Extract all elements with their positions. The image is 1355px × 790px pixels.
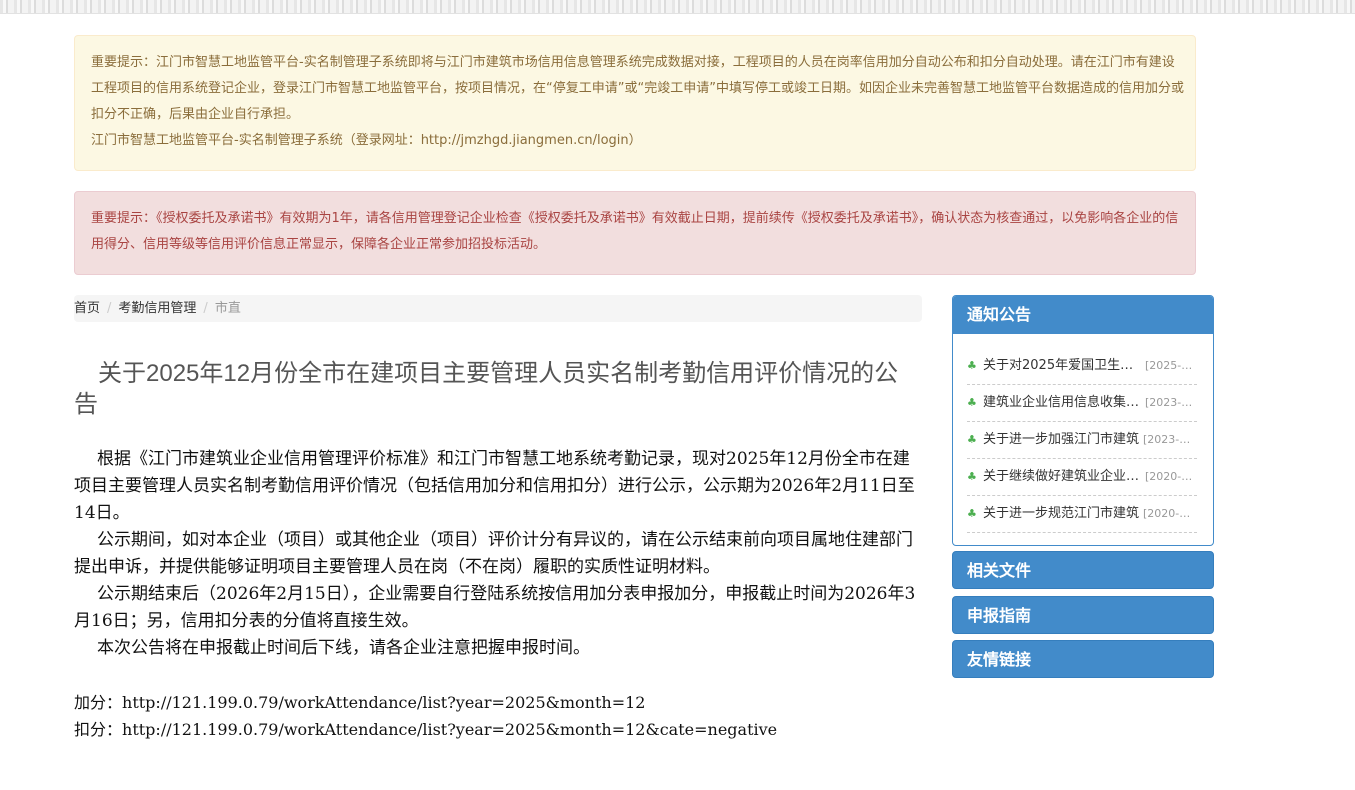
article-paragraph: 公示期结束后（2026年2月15日），企业需要自行登陆系统按信用加分表申报加分，… <box>74 584 916 631</box>
breadcrumb-separator: / <box>107 301 112 316</box>
score-links: 加分：http://121.199.0.79/workAttendance/li… <box>74 689 974 743</box>
related-docs-button[interactable]: 相关文件 <box>952 551 1214 589</box>
danger-alert-text: 重要提示：《授权委托及承诺书》有效期为1年，请各信用管理登记企业检查《授权委托及… <box>91 211 1179 252</box>
breadcrumb-current: 市直 <box>214 301 241 316</box>
breadcrumb-section-link[interactable]: 考勤信用管理 <box>118 295 196 322</box>
sprout-icon: ♣ <box>967 507 977 520</box>
warning-alert: 重要提示：江门市智慧工地监管平台-实名制管理子系统即将与江门市建筑市场信用信息管… <box>74 35 1196 171</box>
article-title: 关于2025年12月份全市在建项目主要管理人员实名制考勤信用评价情况的公告 <box>74 360 899 418</box>
links-button[interactable]: 友情链接 <box>952 640 1214 678</box>
sprout-icon: ♣ <box>967 359 977 372</box>
list-item[interactable]: ♣ 建筑业企业信用信息收集整理 [2023-… <box>967 385 1197 422</box>
list-item[interactable]: ♣ 关于继续做好建筑业企业信用 [2020-1… <box>967 459 1197 496</box>
notice-title[interactable]: 关于继续做好建筑业企业信用 <box>983 459 1141 495</box>
warning-alert-text: 重要提示：江门市智慧工地监管平台-实名制管理子系统即将与江门市建筑市场信用信息管… <box>91 55 1184 122</box>
notice-list: ♣ 关于对2025年爱国卫生运动 [2025-… ♣ 建筑业企业信用信息收集整理 [20… <box>953 334 1213 533</box>
article-paragraph: 本次公告将在申报截止时间后下线，请各企业注意把握申报时间。 <box>97 638 590 658</box>
add-score-row: 加分：http://121.199.0.79/workAttendance/li… <box>74 689 974 716</box>
notice-date: [2023-… <box>1145 396 1193 409</box>
add-score-label: 加分： <box>74 693 123 712</box>
notice-date: [2023-… <box>1143 433 1191 446</box>
notice-title[interactable]: 关于对2025年爱国卫生运动 <box>983 348 1141 384</box>
breadcrumb-home-link[interactable]: 首页 <box>74 295 100 322</box>
deduct-score-link[interactable]: http://121.199.0.79/workAttendance/list?… <box>122 720 777 739</box>
notice-panel: 通知公告 ♣ 关于对2025年爱国卫生运动 [2025-… ♣ 建筑业企业信用信息收集… <box>952 295 1214 546</box>
guide-button[interactable]: 申报指南 <box>952 596 1214 634</box>
notice-title[interactable]: 关于进一步加强江门市建筑 <box>983 422 1139 458</box>
notice-date: [2025-… <box>1145 359 1193 372</box>
notice-panel-title[interactable]: 通知公告 <box>953 296 1213 334</box>
list-item[interactable]: ♣ 关于对2025年爱国卫生运动 [2025-… <box>967 348 1197 385</box>
article-paragraph: 公示期间，如对本企业（项目）或其他企业（项目）评价计分有异议的，请在公示结束前向… <box>74 530 913 577</box>
sprout-icon: ♣ <box>967 470 977 483</box>
notice-title[interactable]: 关于进一步规范江门市建筑 <box>983 496 1139 532</box>
list-item[interactable]: ♣ 关于进一步加强江门市建筑 [2023-… <box>967 422 1197 459</box>
deduct-score-row: 扣分：http://121.199.0.79/workAttendance/li… <box>74 716 974 743</box>
notice-date: [2020-… <box>1143 507 1191 520</box>
breadcrumb-separator: / <box>203 301 208 316</box>
notice-title[interactable]: 建筑业企业信用信息收集整理 <box>983 385 1141 421</box>
sprout-icon: ♣ <box>967 433 977 446</box>
notice-date: [2020-1… <box>1145 470 1193 483</box>
breadcrumb: 首页 / 考勤信用管理 / 市直 <box>74 295 922 322</box>
sprout-icon: ♣ <box>967 396 977 409</box>
danger-alert: 重要提示：《授权委托及承诺书》有效期为1年，请各信用管理登记企业检查《授权委托及… <box>74 191 1196 275</box>
article-paragraph: 根据《江门市建筑业企业信用管理评价标准》和江门市智慧工地系统考勤记录，现对202… <box>74 449 915 523</box>
deduct-score-label: 扣分： <box>74 720 123 739</box>
add-score-link[interactable]: http://121.199.0.79/workAttendance/list?… <box>122 693 645 712</box>
top-banner-strip <box>0 0 1355 14</box>
warning-alert-system-line: 江门市智慧工地监管平台-实名制管理子系统（登录网址：http://jmzhgd.… <box>91 133 642 148</box>
list-item[interactable]: ♣ 关于进一步规范江门市建筑 [2020-… <box>967 496 1197 533</box>
article-body: 根据《江门市建筑业企业信用管理评价标准》和江门市智慧工地系统考勤记录，现对202… <box>74 446 922 662</box>
